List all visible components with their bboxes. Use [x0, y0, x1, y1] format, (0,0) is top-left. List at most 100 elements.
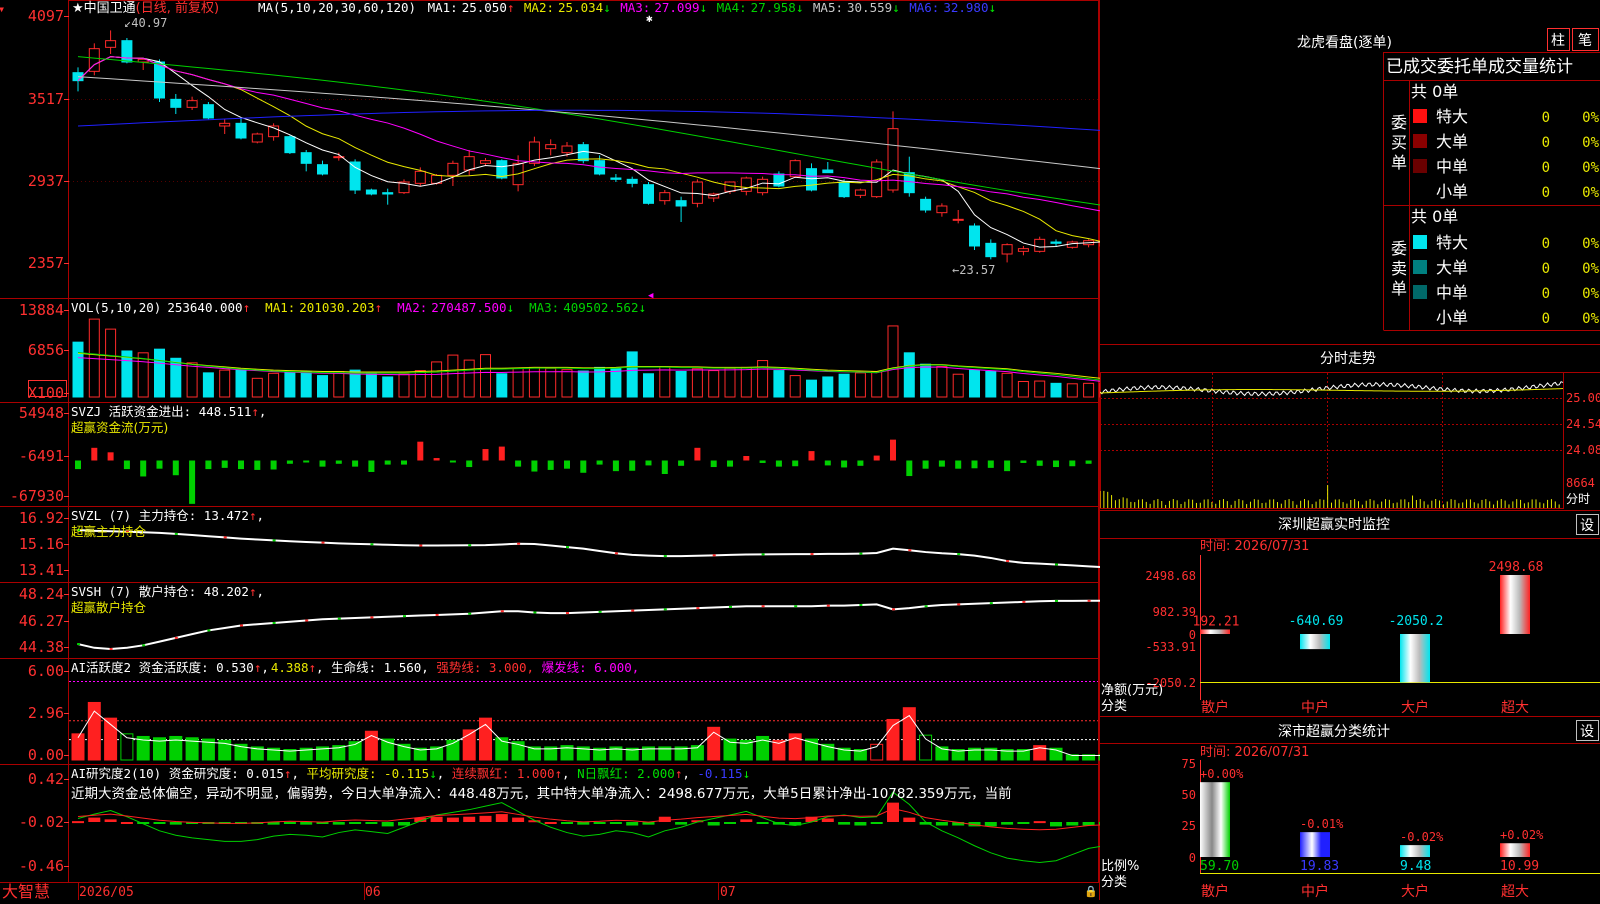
volume-bar [497, 374, 507, 397]
research-bar [854, 822, 866, 826]
research-bar [463, 817, 475, 822]
candle-body [155, 62, 165, 98]
research-bar [545, 822, 557, 824]
holding-dot [468, 544, 471, 546]
realtime-title: 深圳超赢实时监控 [1278, 516, 1390, 533]
flow-bar [662, 461, 668, 475]
stock-menu-marker[interactable]: ▾ [0, 2, 5, 16]
holding-dot [811, 553, 814, 555]
research-bar [1050, 822, 1062, 826]
volume-bar [236, 370, 246, 397]
flow-bar [923, 461, 929, 469]
volume-bar [855, 373, 865, 397]
research-bar [561, 822, 573, 824]
classify-time: 时间: 2026/07/31 [1200, 745, 1309, 760]
flow-bar [173, 461, 179, 476]
volume-bar [709, 371, 719, 397]
cl-value-label: 19.83 [1300, 859, 1339, 874]
volume-bar [904, 353, 914, 397]
ma-header: MA(5,10,20,30,60,120) MA1:25.050↑ MA2:25… [258, 0, 996, 15]
color-swatch [1413, 134, 1427, 148]
volume-bar [725, 368, 735, 397]
candle-body [383, 193, 393, 194]
cl-change-label: +0.02% [1500, 828, 1544, 842]
holding-dot [403, 615, 406, 617]
flow-bar [320, 461, 326, 467]
volume-bar [285, 372, 295, 397]
candle-body [986, 243, 996, 256]
order-stats-tabs[interactable]: 已成交委托单成交量统计 [1386, 57, 1573, 77]
flow-bar [646, 461, 652, 466]
research-bar [594, 822, 606, 824]
research-bar [284, 822, 296, 824]
volume-bar [578, 371, 588, 397]
flow-bar [841, 461, 847, 468]
row-name: 特大 [1436, 107, 1468, 126]
candle-body [1035, 239, 1045, 251]
candle-body [970, 226, 980, 246]
flow-bar [108, 452, 114, 460]
classify-title: 深市超赢分类统计 [1278, 723, 1390, 740]
kline-chart-panel[interactable]: 4097351729372357138846856X10054948-6491-… [0, 0, 1100, 900]
volume-bar [807, 380, 817, 397]
volume-bar [318, 376, 328, 397]
volume-bar [888, 326, 898, 397]
y-tick-label: 44.38 [19, 638, 64, 656]
research-line-red [78, 809, 1100, 830]
sell-vlabel: 委卖单 [1391, 239, 1407, 298]
volume-bar [432, 362, 442, 397]
flow-bar [874, 456, 880, 461]
candle-body [220, 123, 230, 126]
flow-bar [466, 461, 472, 468]
buy-vlabel: 委买单 [1391, 113, 1407, 172]
holding-dot [631, 610, 634, 612]
retail-holding-line [78, 600, 1100, 649]
low-annotation: ←23.57 [952, 263, 995, 277]
holding-dot [273, 622, 276, 624]
flow-bar [352, 461, 358, 467]
holding-dot [892, 608, 895, 610]
holding-dot [664, 555, 667, 557]
holding-dot [713, 554, 716, 556]
color-swatch [1413, 109, 1427, 123]
volume-bar [692, 369, 702, 397]
color-swatch [1413, 159, 1427, 173]
volume-bar [970, 370, 980, 397]
holding-dot [338, 618, 341, 620]
flow-bar [809, 451, 815, 460]
candle-body [252, 134, 262, 142]
candle-body [285, 137, 295, 153]
lock-icon[interactable]: 🔒 [1084, 885, 1098, 898]
holding-dot [370, 543, 373, 545]
flow-bar [580, 461, 586, 473]
color-swatch [1413, 260, 1427, 274]
intraday-y-label: 25.00 [1566, 391, 1600, 405]
y-tick-label: -67930 [10, 487, 64, 505]
intraday-y-label: 24.54 [1566, 417, 1600, 431]
row-count: 0 [1542, 110, 1550, 126]
research-bar [170, 822, 182, 825]
holding-dot [925, 605, 928, 607]
cl-y-label: 50 [1182, 788, 1196, 802]
row-name: 中单 [1436, 283, 1468, 302]
flow-bar [597, 461, 603, 465]
chart-frame [0, 0, 1100, 900]
candle-body [481, 161, 491, 164]
row-name: 小单 [1436, 308, 1468, 327]
volume-bar [1067, 384, 1077, 397]
flow-bar [548, 461, 554, 470]
research-bar [675, 822, 687, 825]
row-name: 大单 [1436, 132, 1468, 151]
flow-bar [205, 461, 211, 470]
brand-logo: 大智慧 [2, 882, 50, 900]
research-bar [382, 822, 394, 826]
rt-bar-label: 192.21 [1193, 614, 1240, 629]
candle-body [823, 170, 833, 173]
flow-bar [727, 461, 733, 467]
row-pct: 0% [1582, 311, 1599, 327]
row-name: 中单 [1436, 157, 1468, 176]
flow-bar [711, 461, 717, 468]
rt-bar [1500, 575, 1530, 634]
ma-line [78, 57, 1100, 213]
stock-mode: (日线, 前复权) [136, 0, 219, 16]
